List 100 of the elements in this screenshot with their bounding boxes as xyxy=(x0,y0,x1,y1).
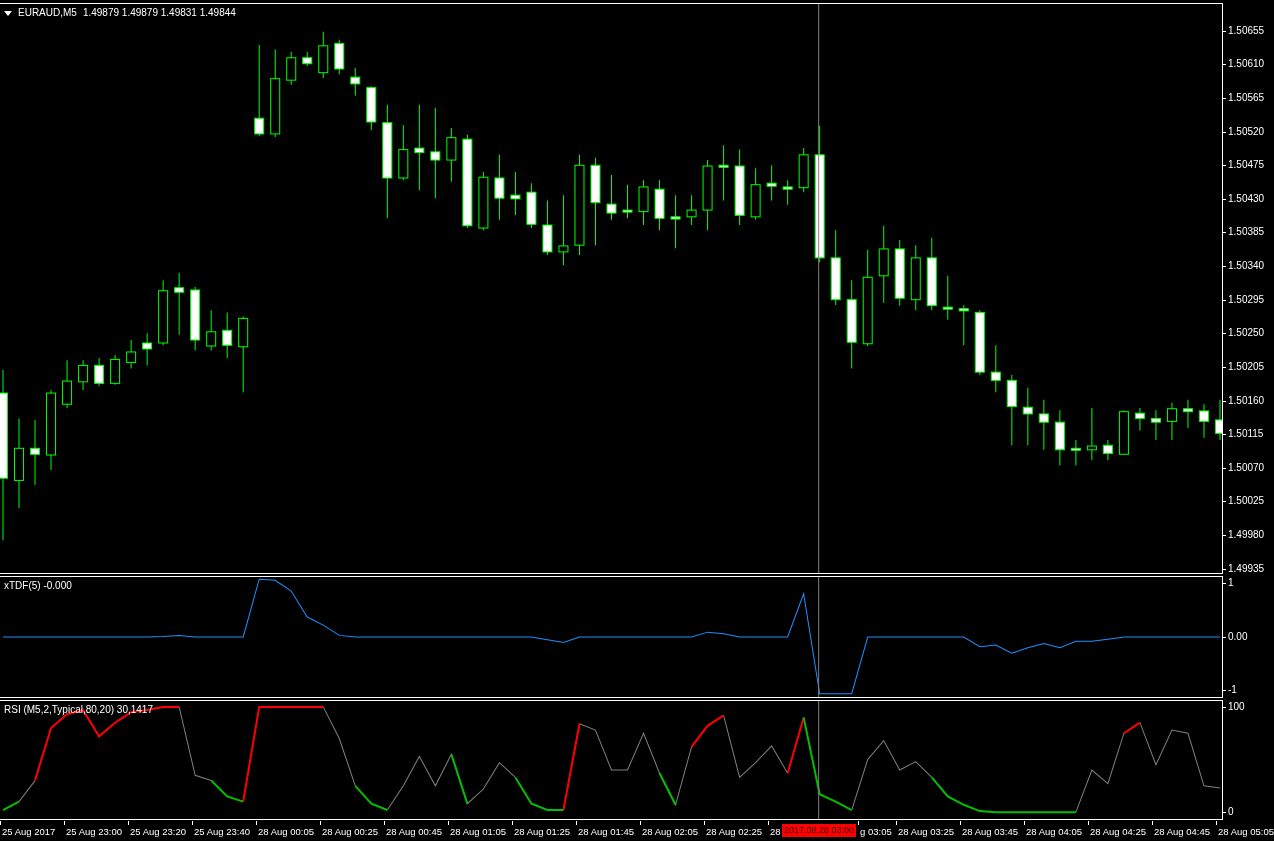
candle xyxy=(1070,439,1081,466)
axis-label: -1 xyxy=(1228,684,1237,696)
candle xyxy=(702,159,713,231)
candle xyxy=(142,332,153,366)
time-label: 25 Aug 2017 xyxy=(2,826,56,838)
time-label: 25 Aug 23:40 xyxy=(194,826,250,838)
time-label: 28 Aug 00:05 xyxy=(258,826,314,838)
candle xyxy=(622,184,633,219)
candle xyxy=(206,309,217,351)
time-label: 28 Aug 02:05 xyxy=(642,826,698,838)
candle xyxy=(30,419,41,486)
candle xyxy=(1022,387,1033,446)
time-label: 28 Aug 01:05 xyxy=(450,826,506,838)
candle xyxy=(750,167,761,221)
candle xyxy=(78,359,89,391)
candle xyxy=(350,67,361,97)
candle xyxy=(446,127,457,183)
candle xyxy=(686,194,697,226)
candle xyxy=(222,311,233,359)
quote-values: 1.49879 1.49879 1.49831 1.49844 xyxy=(82,7,236,19)
candle xyxy=(1134,407,1145,431)
price-label: 1.50250 xyxy=(1228,327,1265,340)
candle xyxy=(334,39,345,75)
time-label: 28 Aug 04:05 xyxy=(1026,826,1082,838)
time-label: 28 Aug 00:25 xyxy=(322,826,378,838)
price-label: 1.50340 xyxy=(1228,260,1265,273)
price-label: 1.50385 xyxy=(1228,226,1265,239)
axis-label: 1 xyxy=(1228,576,1234,589)
time-label: 28 Aug 03:45 xyxy=(962,826,1018,838)
candle xyxy=(110,354,121,386)
candle xyxy=(958,304,969,346)
candle xyxy=(126,339,137,369)
candle xyxy=(302,51,313,67)
candle xyxy=(542,199,553,256)
price-label: 1.50025 xyxy=(1228,495,1265,508)
axis-label: 0 xyxy=(1228,806,1234,818)
candle xyxy=(174,272,185,336)
price-label: 1.50520 xyxy=(1228,125,1265,138)
candle xyxy=(606,174,617,221)
candle xyxy=(1150,409,1161,441)
candle xyxy=(1086,407,1097,461)
axis-label: 0.00 xyxy=(1228,631,1248,643)
candle xyxy=(1054,409,1065,466)
price-label: 1.50430 xyxy=(1228,192,1265,205)
candle xyxy=(990,344,1001,393)
candle xyxy=(398,124,409,181)
candle xyxy=(942,275,953,321)
candle xyxy=(478,171,489,231)
candle xyxy=(558,194,569,266)
price-label: 1.50205 xyxy=(1228,360,1265,373)
candle xyxy=(974,309,985,376)
candle xyxy=(510,171,521,216)
time-label: 25 Aug 23:20 xyxy=(130,826,186,838)
time-label: 28 Aug 01:25 xyxy=(514,826,570,838)
candle xyxy=(158,279,169,346)
candle xyxy=(366,85,377,131)
price-label: 1.50115 xyxy=(1228,428,1264,441)
price-label: 1.50295 xyxy=(1228,293,1265,306)
candle xyxy=(782,179,793,206)
candle xyxy=(910,244,921,311)
candle xyxy=(654,179,665,231)
candle xyxy=(894,239,905,307)
candle xyxy=(766,164,777,201)
price-label: 1.50070 xyxy=(1228,461,1265,474)
symbol-label: EURAUD,M5 xyxy=(18,7,77,19)
candle xyxy=(1102,439,1113,461)
price-label: 1.50475 xyxy=(1228,159,1265,172)
time-label: g 03:05 xyxy=(860,826,892,838)
time-label: 28 Aug 04:45 xyxy=(1154,826,1210,838)
time-label: 28 Aug 02:25 xyxy=(706,826,762,838)
candle xyxy=(638,179,649,226)
candle xyxy=(318,31,329,79)
candle xyxy=(718,144,729,201)
time-label: 25 Aug 23:00 xyxy=(66,826,122,838)
candle xyxy=(798,147,809,193)
candle xyxy=(1182,399,1193,429)
time-label: 28 Aug 05:05 xyxy=(1218,826,1274,838)
candle xyxy=(62,359,73,409)
candle xyxy=(670,194,681,249)
time-label: 28 Aug 01:45 xyxy=(578,826,634,838)
time-label: 28 Aug 00:45 xyxy=(386,826,442,838)
candle xyxy=(494,154,505,221)
candle xyxy=(286,51,297,86)
candle xyxy=(526,182,537,229)
candle xyxy=(1038,399,1049,451)
candle xyxy=(1166,402,1177,441)
time-label: 28 xyxy=(770,826,781,838)
candle xyxy=(1006,374,1017,446)
crosshair-time-label: 2017.08.28 03:00 xyxy=(782,824,857,837)
time-label: 28 Aug 03:25 xyxy=(898,826,954,838)
price-label: 1.50655 xyxy=(1228,24,1265,37)
candle xyxy=(1199,403,1209,439)
price-label: 1.49980 xyxy=(1228,528,1265,541)
axis-label: 100 xyxy=(1228,700,1245,713)
time-label: 28 Aug 04:25 xyxy=(1090,826,1146,838)
indicator-title: xTDF(5) -0.000 xyxy=(4,580,72,592)
candle xyxy=(190,286,201,351)
price-label: 1.50565 xyxy=(1228,92,1265,105)
dropdown-triangle-icon[interactable] xyxy=(4,10,12,16)
price-label: 1.50160 xyxy=(1228,394,1265,407)
